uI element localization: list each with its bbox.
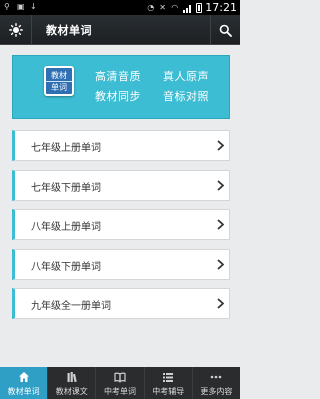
list-item-label: 七年级上册单词: [31, 143, 101, 154]
chevron-right-icon: [211, 250, 229, 279]
alarm-icon: ◔: [147, 2, 155, 12]
usb-icon: ⚲: [4, 2, 10, 11]
feature-banner: 教材 单词 高清音质 真人原声 教材同步 音标对照: [12, 55, 230, 119]
download-icon: ↓: [30, 2, 37, 11]
sun-icon: [8, 23, 23, 37]
chevron-right-icon: [211, 289, 229, 318]
list-item[interactable]: 九年级全一册单词: [12, 288, 230, 319]
tab-label: 更多内容: [200, 387, 233, 396]
list-item[interactable]: 七年级下册单词: [12, 170, 230, 201]
book-logo-line2: 单词: [46, 81, 72, 93]
tab-textbook-words[interactable]: 教材单词: [0, 367, 49, 399]
list-item[interactable]: 八年级下册单词: [12, 249, 230, 280]
settings-button[interactable]: [0, 15, 32, 45]
chevron-right-icon: [211, 210, 229, 239]
list-icon: [163, 373, 174, 382]
open-book-icon: [114, 372, 126, 383]
tab-textbook-texts[interactable]: 教材课文: [48, 367, 97, 399]
search-icon: [219, 24, 232, 37]
home-icon: [18, 372, 29, 382]
book-logo: 教材 单词: [44, 66, 74, 96]
feature-text: 教材同步: [95, 90, 141, 103]
books-icon: [67, 372, 77, 383]
feature-text: 高清音质: [95, 70, 141, 83]
list-item-label: 七年级下册单词: [31, 183, 101, 194]
signal-icon: [183, 3, 193, 13]
page-title: 教材单词: [46, 24, 92, 37]
tab-label: 中考辅导: [152, 387, 185, 396]
tab-label: 教材课文: [55, 387, 88, 396]
book-logo-line1: 教材: [51, 71, 67, 80]
feature-text: 音标对照: [163, 90, 209, 103]
tab-exam-tutoring[interactable]: 中考辅导: [145, 367, 193, 399]
screen-icon: ▣: [17, 2, 25, 11]
tab-exam-words[interactable]: 中考单词: [96, 367, 145, 399]
list-item-label: 九年级全一册单词: [31, 301, 111, 312]
bottom-nav: 教材单词 教材课文 中考单词 中考辅导 更多内容: [0, 367, 240, 399]
tab-label: 教材单词: [7, 387, 40, 396]
more-icon: [211, 375, 222, 379]
battery-icon: [196, 2, 203, 13]
list-item[interactable]: 七年级上册单词: [12, 130, 230, 161]
status-indicators: ◔ ✕ ◠ 17:21: [147, 1, 237, 14]
search-button[interactable]: [210, 15, 240, 45]
tab-label: 中考单词: [104, 387, 136, 396]
status-bar: ⚲ ▣ ↓ ◔ ✕ ◠ 17:21: [0, 0, 240, 15]
list-item-label: 八年级上册单词: [31, 222, 101, 233]
list-item-label: 八年级下册单词: [31, 262, 101, 273]
mute-icon: ✕: [159, 2, 166, 12]
app-header: 教材单词: [0, 15, 240, 45]
list-item[interactable]: 八年级上册单词: [12, 209, 230, 240]
chevron-right-icon: [211, 131, 229, 160]
status-time: 17:21: [205, 1, 237, 14]
feature-text: 真人原声: [163, 70, 209, 83]
wifi-icon: ◠: [171, 2, 179, 12]
notification-icons: ⚲ ▣ ↓: [4, 2, 39, 12]
chevron-right-icon: [211, 171, 229, 200]
tab-more[interactable]: 更多内容: [193, 367, 240, 399]
